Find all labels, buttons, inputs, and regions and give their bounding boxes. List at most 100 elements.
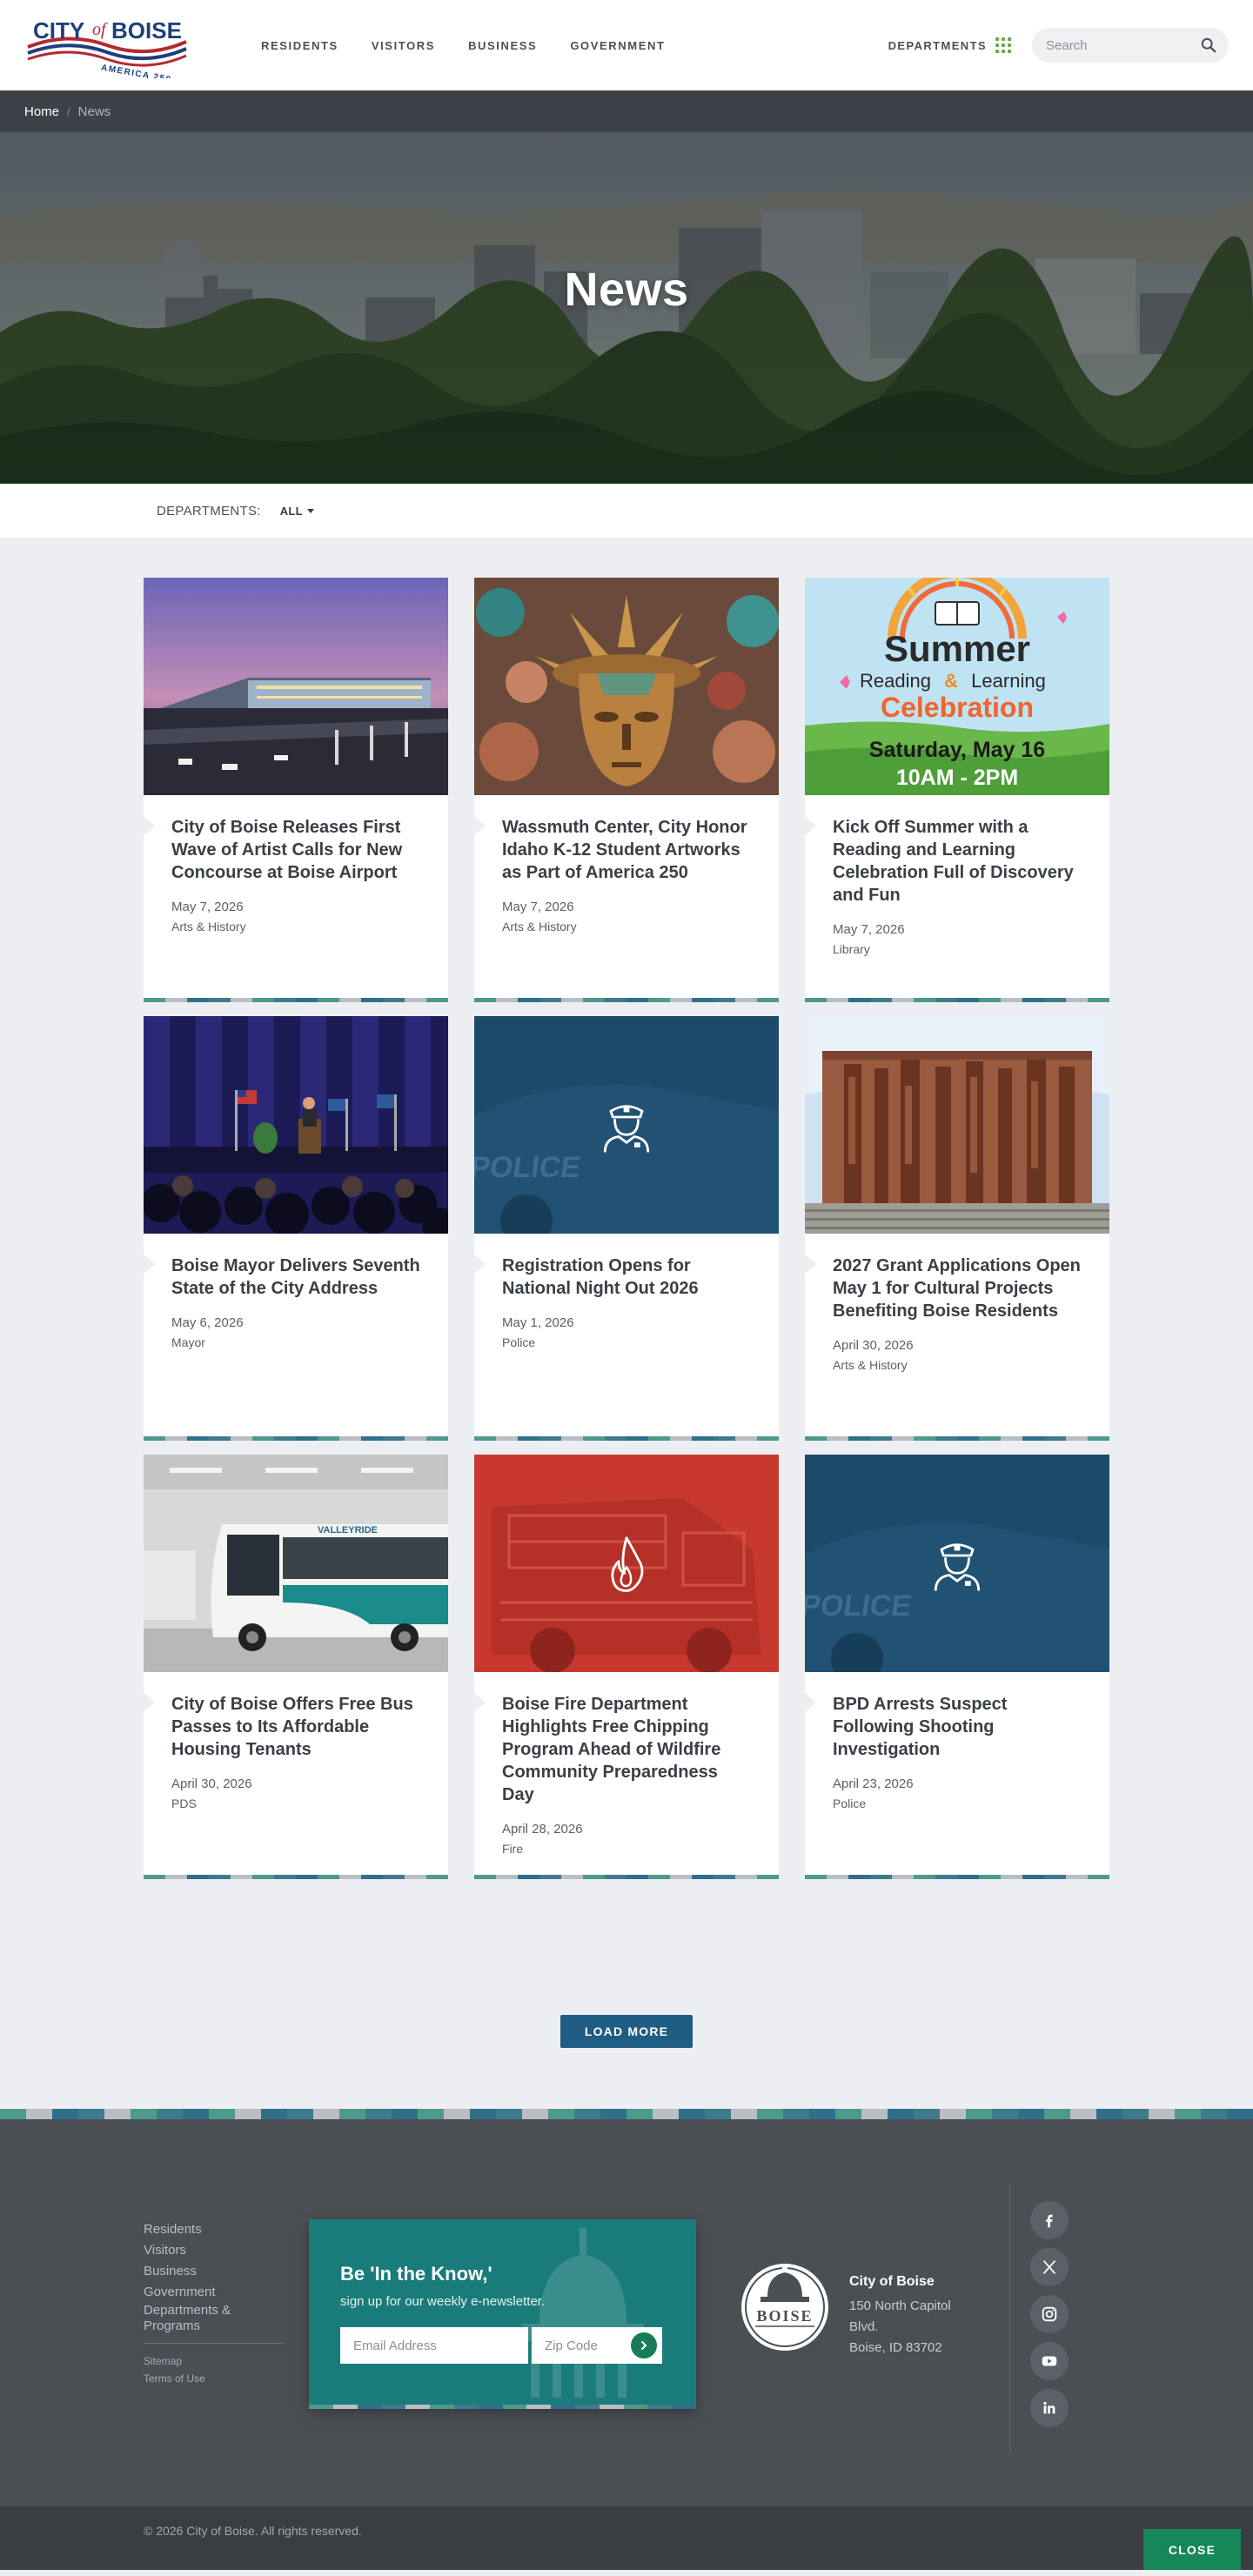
instagram-link[interactable] — [1030, 2295, 1069, 2333]
stripe-segment — [235, 2109, 261, 2119]
filter-selected-value: ALL — [279, 504, 303, 518]
footer-link-sitemap[interactable]: Sitemap — [144, 2352, 283, 2370]
svg-text:CITY: CITY — [33, 17, 84, 43]
footer-divider-vertical — [1009, 2182, 1010, 2452]
city-of-boise-logo[interactable]: CITY of BOISE AMERICA 250 — [24, 12, 190, 78]
newsletter-subtitle: sign up for our weekly e-newsletter. — [340, 2294, 546, 2309]
news-card[interactable]: POLICE BPD Arrests Suspect Following Sho… — [805, 1455, 1109, 1879]
card-title[interactable]: Registration Opens for National Night Ou… — [502, 1255, 753, 1300]
stripe-segment — [827, 1875, 848, 1879]
card-title[interactable]: Wassmuth Center, City Honor Idaho K-12 S… — [502, 816, 753, 884]
stripe-segment — [496, 1436, 518, 1441]
stripe-segment — [626, 2109, 653, 2119]
news-section: City of Boise Releases First Wave of Art… — [0, 538, 1253, 2109]
stripe-segment — [870, 998, 892, 1002]
card-pointer — [805, 1255, 816, 1274]
news-card[interactable]: VALLEYRIDE City of Boise Offers Free Bus… — [144, 1455, 448, 1879]
stripe-segment — [209, 2109, 235, 2119]
card-title[interactable]: Boise Mayor Delivers Seventh State of th… — [171, 1255, 422, 1300]
news-card[interactable]: 2027 Grant Applications Open May 1 for C… — [805, 1016, 1109, 1441]
card-body: Kick Off Summer with a Reading and Learn… — [805, 795, 1109, 998]
nav-business[interactable]: BUSINESS — [468, 39, 537, 52]
stripe-segment — [1022, 1875, 1044, 1879]
news-card[interactable]: Wassmuth Center, City Honor Idaho K-12 S… — [474, 578, 779, 1002]
footer-link-business[interactable]: Business — [144, 2261, 283, 2282]
stripe-segment — [647, 2405, 673, 2409]
stripe-segment — [648, 1875, 670, 1879]
stripe-segment — [383, 998, 405, 1002]
stripe-segment — [339, 2109, 365, 2119]
card-pointer — [144, 1255, 155, 1274]
police-officer-icon — [934, 1543, 981, 1591]
card-title[interactable]: BPD Arrests Suspect Following Shooting I… — [833, 1693, 1083, 1761]
stripe-segment — [892, 998, 914, 1002]
police-officer-icon — [603, 1105, 650, 1153]
stripe-segment — [670, 998, 692, 1002]
stripe-segment — [52, 2109, 78, 2119]
news-card[interactable]: Boise Fire Department Highlights Free Ch… — [474, 1455, 779, 1879]
footer-link-government[interactable]: Government — [144, 2282, 283, 2303]
load-more-button[interactable]: LOAD MORE — [560, 2015, 693, 2048]
footer-link-departments[interactable]: Departments & Programs — [144, 2303, 283, 2334]
facebook-link[interactable] — [1030, 2201, 1069, 2239]
card-title[interactable]: City of Boise Offers Free Bus Passes to … — [171, 1693, 422, 1761]
search-icon[interactable] — [1201, 37, 1216, 53]
card-title[interactable]: Kick Off Summer with a Reading and Learn… — [833, 816, 1083, 907]
stripe-segment — [405, 2405, 431, 2409]
card-title[interactable]: Boise Fire Department Highlights Free Ch… — [502, 1693, 753, 1806]
stripe-segment — [561, 1436, 583, 1441]
stripe-segment — [1044, 2109, 1070, 2119]
stripe-segment — [418, 2109, 444, 2119]
stripe-segment — [848, 1436, 870, 1441]
news-card[interactable]: Summer Reading & Learning Celebration Sa… — [805, 578, 1109, 1002]
footer-link-terms[interactable]: Terms of Use — [144, 2370, 283, 2387]
card-title[interactable]: City of Boise Releases First Wave of Art… — [171, 816, 422, 884]
department-filter-dropdown[interactable]: ALL — [280, 505, 314, 518]
newsletter-form — [340, 2327, 662, 2364]
department-filter-bar: DEPARTMENTS: ALL — [0, 484, 1253, 538]
departments-menu[interactable]: DEPARTMENTS — [888, 37, 1011, 53]
stripe-segment — [735, 998, 757, 1002]
stripe-segment — [405, 998, 426, 1002]
youtube-link[interactable] — [1030, 2342, 1069, 2380]
stripe-segment — [914, 2109, 940, 2119]
x-link[interactable] — [1030, 2248, 1069, 2286]
footer-link-residents[interactable]: Residents — [144, 2219, 283, 2240]
stripe-segment — [888, 2109, 914, 2119]
svg-text:VALLEYRIDE: VALLEYRIDE — [318, 1525, 378, 1536]
nav-residents[interactable]: RESIDENTS — [261, 39, 338, 52]
search-input[interactable] — [1046, 37, 1201, 53]
email-field[interactable] — [340, 2327, 528, 2364]
stripe-segment — [805, 998, 827, 1002]
stripe-segment — [444, 2109, 470, 2119]
breadcrumb-home[interactable]: Home — [24, 104, 59, 119]
zip-code-field[interactable] — [545, 2338, 628, 2353]
stripe-segment — [827, 998, 848, 1002]
close-button[interactable]: CLOSE — [1143, 2529, 1241, 2570]
stripe-segment — [332, 2405, 358, 2409]
card-color-stripe — [474, 1436, 779, 1441]
stripe-segment — [605, 998, 626, 1002]
news-card[interactable]: Boise Mayor Delivers Seventh State of th… — [144, 1016, 448, 1441]
stripe-segment — [252, 998, 274, 1002]
stripe-segment — [383, 1875, 405, 1879]
card-title[interactable]: 2027 Grant Applications Open May 1 for C… — [833, 1255, 1083, 1322]
nav-visitors[interactable]: VISITORS — [372, 39, 435, 52]
news-card[interactable]: POLICE Registration Opens for National N… — [474, 1016, 779, 1441]
city-seal-logo[interactable]: BOISE — [740, 2258, 830, 2352]
linkedin-link[interactable] — [1030, 2389, 1069, 2427]
news-card[interactable]: City of Boise Releases First Wave of Art… — [144, 578, 448, 1002]
footer-link-visitors[interactable]: Visitors — [144, 2240, 283, 2261]
newsletter-submit-button[interactable] — [631, 2332, 657, 2359]
stripe-segment — [757, 1875, 779, 1879]
airport-photo — [144, 578, 448, 795]
card-department: Library — [833, 942, 870, 956]
nav-government[interactable]: GOVERNMENT — [570, 39, 665, 52]
stripe-segment — [78, 2109, 104, 2119]
stripe-segment — [231, 1436, 252, 1441]
stripe-segment — [1066, 1436, 1088, 1441]
svg-text:of: of — [92, 20, 108, 39]
stripe-segment — [966, 2109, 992, 2119]
stripe-segment — [551, 2405, 575, 2409]
linkedin-icon — [1043, 2401, 1055, 2414]
